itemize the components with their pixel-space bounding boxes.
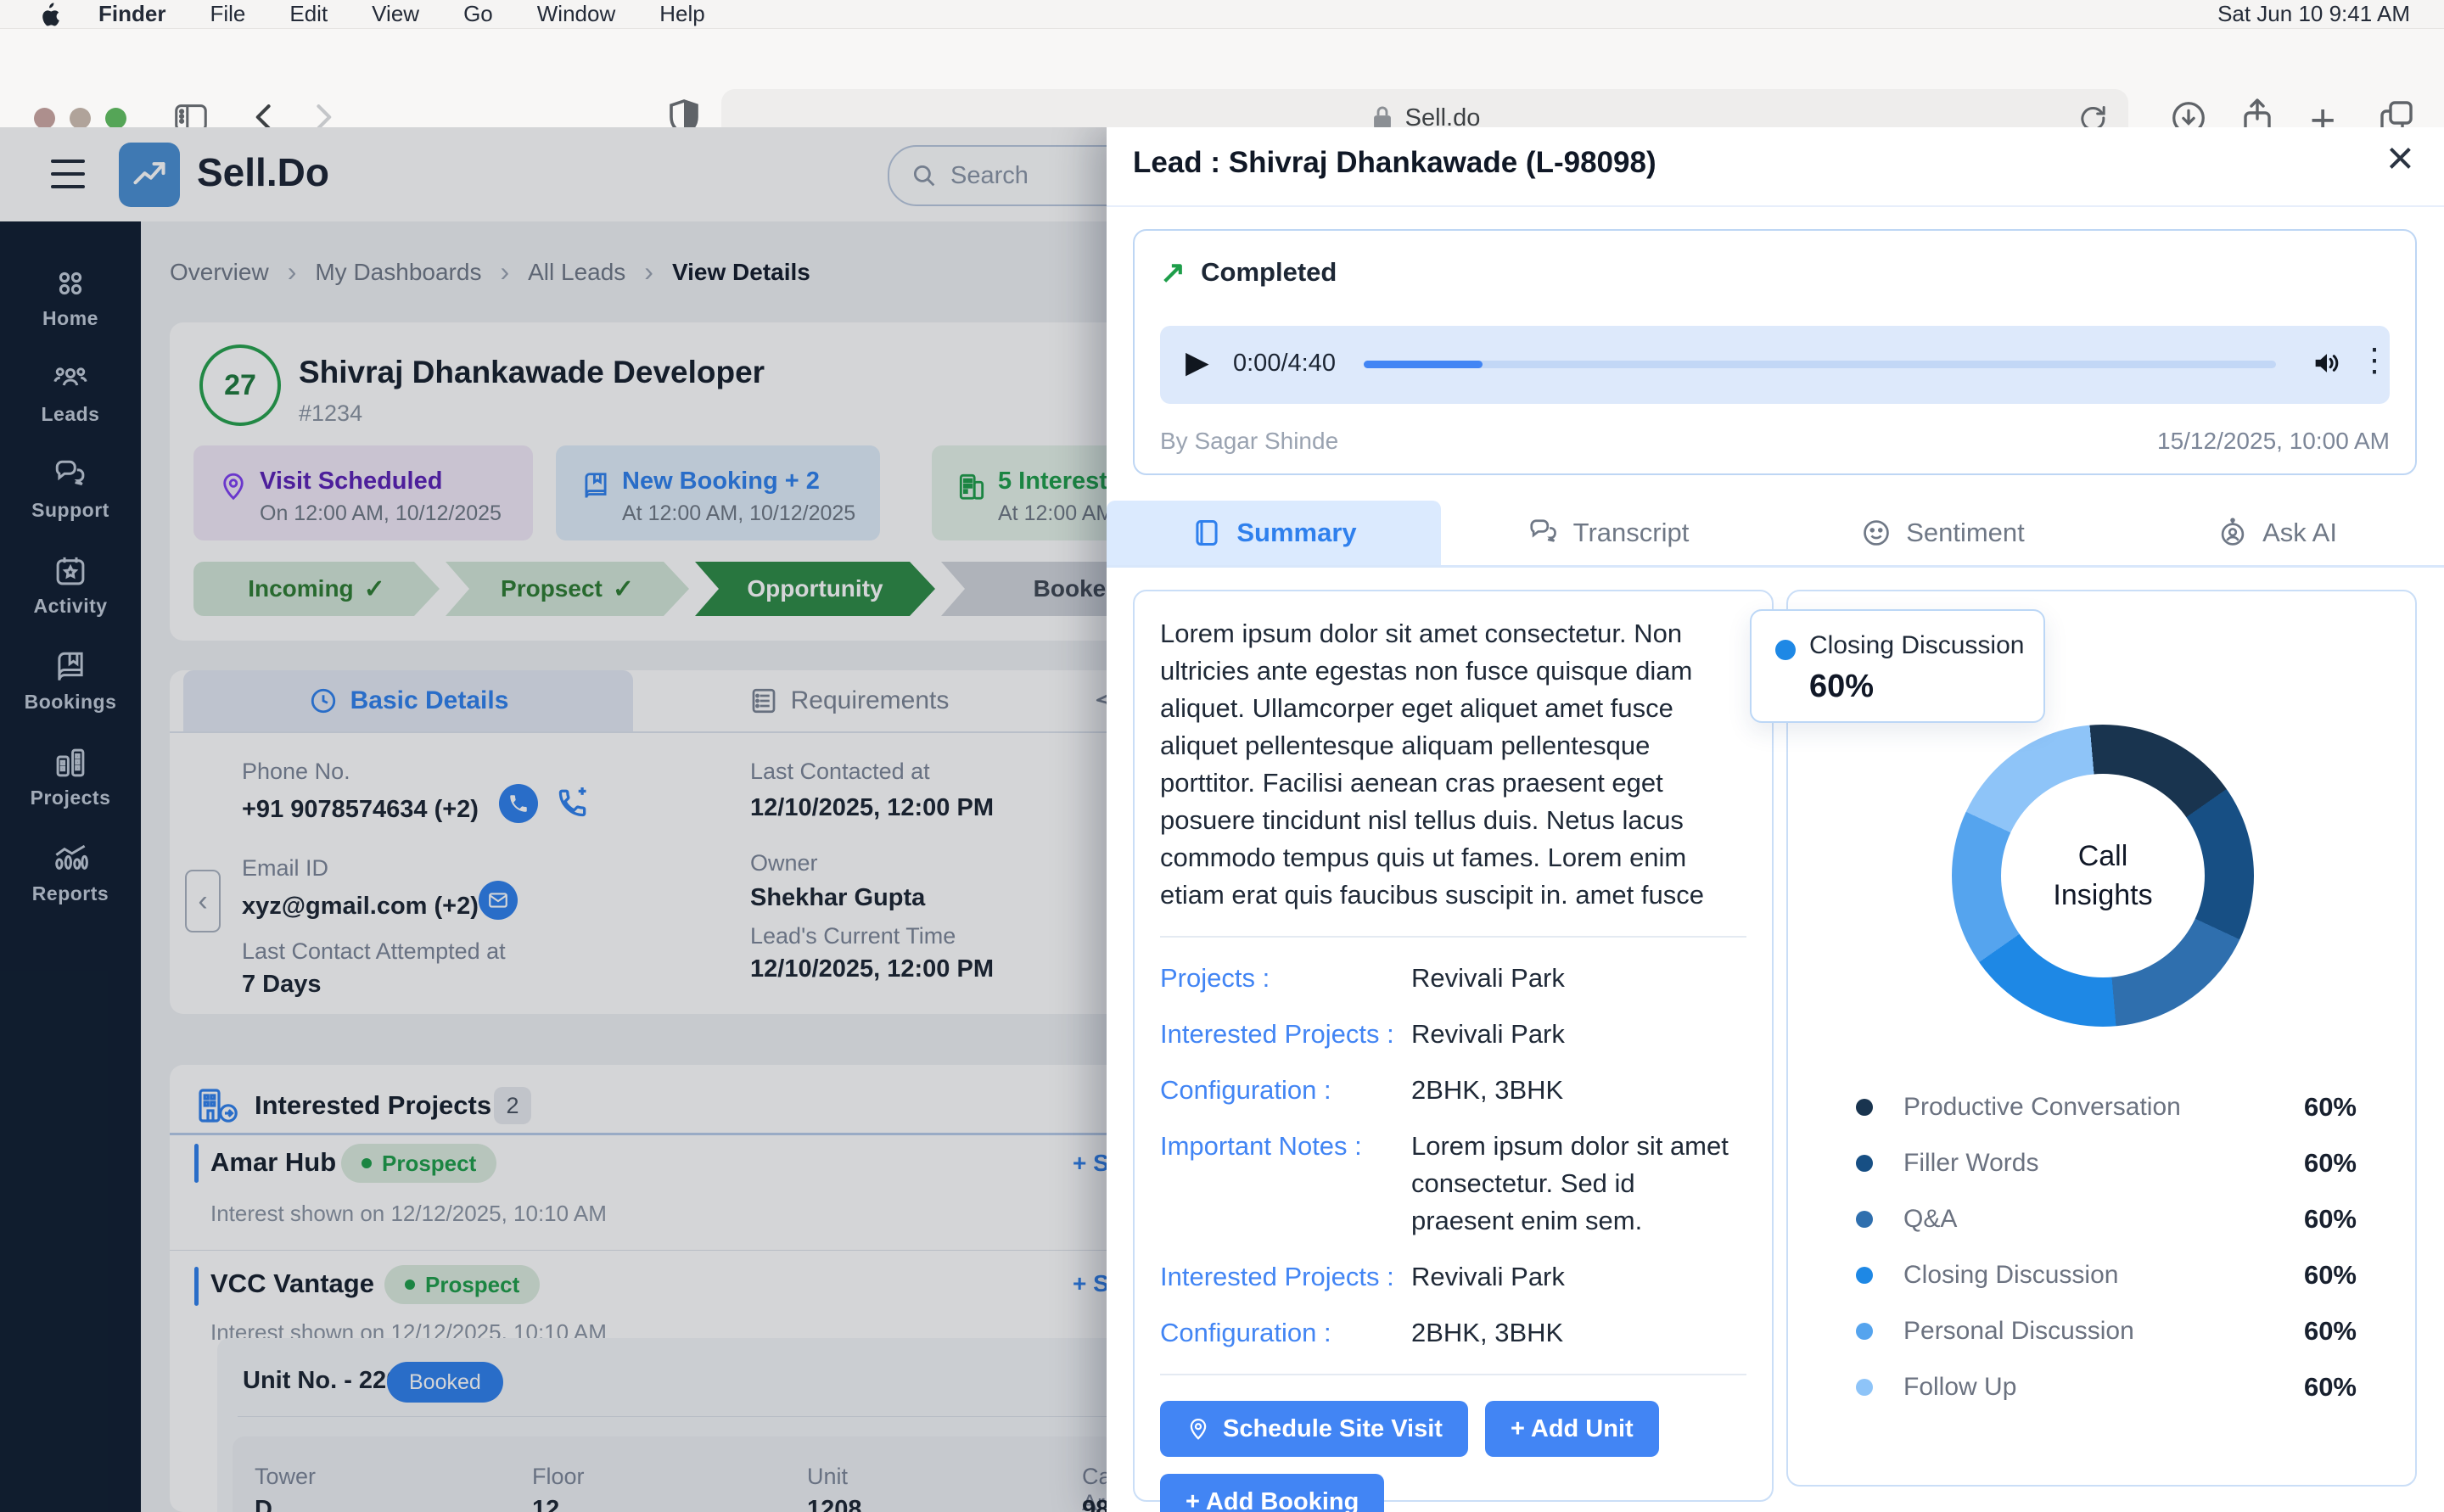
legend-item: Follow Up 60% xyxy=(1856,1368,2357,1407)
outgoing-call-icon: ↗ xyxy=(1160,255,1186,290)
player-menu-icon[interactable]: ⋮ xyxy=(2358,341,2391,379)
modal-dim-overlay xyxy=(0,127,1107,1512)
legend-dot xyxy=(1856,1323,1873,1340)
field-row: Configuration : 2BHK, 3BHK xyxy=(1160,1072,1746,1109)
seek-bar-fill xyxy=(1364,361,1483,368)
field-label: Interested Projects : xyxy=(1160,1258,1411,1296)
tooltip-value: 60% xyxy=(1809,669,1874,705)
ask-ai-icon xyxy=(2217,517,2249,549)
chart-legend: Productive Conversation 60% Filler Words… xyxy=(1856,1088,2357,1424)
drawer-tabs: Summary Transcript Sentiment Ask AI xyxy=(1107,501,2444,568)
tooltip-dot xyxy=(1775,640,1796,660)
legend-item: Productive Conversation 60% xyxy=(1856,1088,2357,1127)
field-row: Interested Projects : Revivali Park xyxy=(1160,1258,1746,1296)
playback-time: 0:00/4:40 xyxy=(1233,350,1336,378)
field-value: 2BHK, 3BHK xyxy=(1411,1314,1746,1352)
field-label: Interested Projects : xyxy=(1160,1016,1411,1053)
menu-window[interactable]: Window xyxy=(537,1,615,27)
volume-icon[interactable] xyxy=(2310,346,2344,384)
field-label: Projects : xyxy=(1160,960,1411,997)
close-icon[interactable]: × xyxy=(2386,134,2414,182)
legend-dot xyxy=(1856,1099,1873,1116)
call-datetime: 15/12/2025, 10:00 AM xyxy=(2157,428,2390,455)
drawer-title: Lead : Shivraj Dhankawade (L-98098) xyxy=(1133,146,1656,180)
field-value: Revivali Park xyxy=(1411,1258,1746,1296)
donut-center-label: Call Insights xyxy=(2001,774,2205,977)
call-insights-donut-chart[interactable]: Call Insights xyxy=(1952,725,2254,1027)
macos-menu-bar: Finder File Edit View Go Window Help Sat… xyxy=(0,0,2444,29)
legend-item: Personal Discussion 60% xyxy=(1856,1312,2357,1351)
chart-tooltip: Closing Discussion 60% xyxy=(1750,609,2045,723)
add-booking-button[interactable]: + Add Booking xyxy=(1160,1474,1384,1512)
location-pin-icon xyxy=(1186,1415,1211,1442)
tab-transcript[interactable]: Transcript xyxy=(1441,501,1775,565)
call-insights-card: Call Insights Productive Conversation 60… xyxy=(1786,590,2417,1487)
legend-item: Closing Discussion 60% xyxy=(1856,1256,2357,1295)
menu-finder[interactable]: Finder xyxy=(98,1,165,27)
call-author: By Sagar Shinde xyxy=(1160,428,1338,455)
audio-player: ▶ 0:00/4:40 ⋮ xyxy=(1160,326,2390,404)
menu-view[interactable]: View xyxy=(372,1,419,27)
menu-file[interactable]: File xyxy=(210,1,245,27)
field-value: 2BHK, 3BHK xyxy=(1411,1072,1746,1109)
traffic-close-button[interactable] xyxy=(34,108,55,129)
summary-icon xyxy=(1191,517,1223,549)
tab-sentiment[interactable]: Sentiment xyxy=(1775,501,2110,565)
screen: Finder File Edit View Go Window Help Sat… xyxy=(0,0,2444,1512)
transcript-icon xyxy=(1528,517,1560,549)
field-row: Important Notes : Lorem ipsum dolor sit … xyxy=(1160,1128,1746,1240)
add-unit-button[interactable]: + Add Unit xyxy=(1485,1401,1659,1457)
legend-dot xyxy=(1856,1379,1873,1396)
call-summary-card: Lorem ipsum dolor sit amet consectetur. … xyxy=(1133,590,1774,1502)
legend-item: Q&A 60% xyxy=(1856,1200,2357,1239)
traffic-zoom-button[interactable] xyxy=(105,108,126,129)
field-row: Interested Projects : Revivali Park xyxy=(1160,1016,1746,1053)
field-value: Lorem ipsum dolor sit amet consectetur. … xyxy=(1411,1128,1734,1240)
field-row: Projects : Revivali Park xyxy=(1160,960,1746,997)
call-recording-card: ↗ Completed ▶ 0:00/4:40 ⋮ By Sagar Shind… xyxy=(1133,229,2417,475)
field-value: Revivali Park xyxy=(1411,960,1746,997)
legend-dot xyxy=(1856,1155,1873,1172)
sentiment-smiley-icon xyxy=(1860,517,1892,549)
tab-summary[interactable]: Summary xyxy=(1107,501,1441,565)
apple-menu-icon[interactable] xyxy=(39,3,59,26)
legend-item: Filler Words 60% xyxy=(1856,1144,2357,1183)
tooltip-label: Closing Discussion xyxy=(1809,631,2024,660)
field-value: Revivali Park xyxy=(1411,1016,1746,1053)
menu-edit[interactable]: Edit xyxy=(289,1,328,27)
play-button[interactable]: ▶ xyxy=(1186,344,1209,380)
menu-help[interactable]: Help xyxy=(659,1,704,27)
schedule-site-visit-button[interactable]: Schedule Site Visit xyxy=(1160,1401,1468,1457)
field-row: Configuration : 2BHK, 3BHK xyxy=(1160,1314,1746,1352)
seek-bar[interactable] xyxy=(1364,361,2276,368)
field-label: Important Notes : xyxy=(1160,1128,1411,1240)
traffic-minimize-button[interactable] xyxy=(70,108,91,129)
browser-toolbar: Sell.do + xyxy=(0,29,2444,128)
legend-dot xyxy=(1856,1211,1873,1228)
field-label: Configuration : xyxy=(1160,1314,1411,1352)
menu-go[interactable]: Go xyxy=(463,1,493,27)
summary-text: Lorem ipsum dolor sit amet consectetur. … xyxy=(1160,615,1746,914)
menu-clock: Sat Jun 10 9:41 AM xyxy=(2217,1,2410,27)
legend-dot xyxy=(1856,1267,1873,1284)
tab-ask-ai[interactable]: Ask AI xyxy=(2110,501,2444,565)
web-content: Sell.Do Search Home Leads Support Ac xyxy=(0,127,2444,1512)
lead-detail-drawer: Lead : Shivraj Dhankawade (L-98098) × ↗ … xyxy=(1107,127,2444,1512)
field-label: Configuration : xyxy=(1160,1072,1411,1109)
call-status: ↗ Completed xyxy=(1160,255,1337,290)
